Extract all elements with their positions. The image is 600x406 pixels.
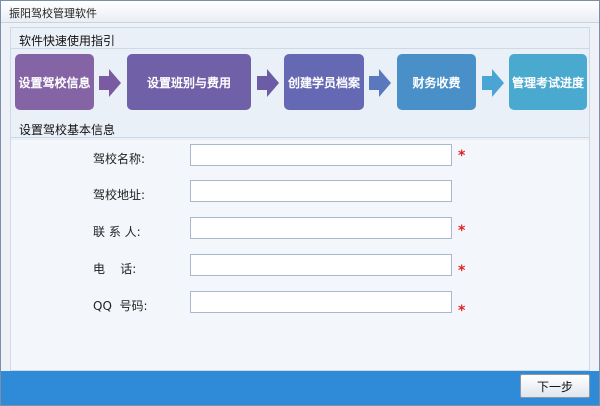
required-mark: *	[458, 148, 466, 164]
guide-section-title: 软件快速使用指引	[19, 34, 116, 48]
qq-number-input[interactable]	[190, 291, 452, 313]
required-mark: *	[458, 303, 466, 319]
step-student-records-button[interactable]: 创建学员档案	[284, 54, 364, 110]
window-title: 振阳驾校管理软件	[9, 7, 97, 20]
contact-person-label: 联 系 人:	[93, 225, 141, 239]
basic-info-section-title: 设置驾校基本信息	[19, 123, 116, 137]
school-name-label: 驾校名称:	[93, 152, 146, 166]
step-exam-progress-button[interactable]: 管理考试进度	[509, 54, 587, 110]
footer-bar	[1, 371, 599, 405]
required-mark: *	[458, 263, 466, 279]
step-school-info-button[interactable]: 设置驾校信息	[15, 54, 94, 110]
school-info-form: 驾校名称: * 驾校地址: 联 系 人: * 电 话: * QQ 号码: *	[11, 140, 589, 370]
title-bar: 振阳驾校管理软件	[1, 1, 599, 23]
school-address-label: 驾校地址:	[93, 188, 146, 202]
arrow-right-icon	[257, 69, 279, 97]
contact-person-input[interactable]	[190, 217, 452, 239]
app-window: 振阳驾校管理软件 软件快速使用指引 设置驾校信息 设置班别与费用 创建学员档案 …	[0, 0, 600, 406]
arrow-right-icon	[369, 69, 391, 97]
quick-guide-steps: 设置驾校信息 设置班别与费用 创建学员档案 财务收费 管理考试进度	[11, 52, 589, 114]
arrow-right-icon	[99, 69, 121, 97]
arrow-right-icon	[482, 69, 504, 97]
basic-info-divider	[11, 137, 589, 138]
next-step-button[interactable]: 下一步	[520, 374, 590, 398]
school-name-input[interactable]	[190, 144, 452, 166]
required-mark: *	[458, 223, 466, 239]
main-panel: 软件快速使用指引 设置驾校信息 设置班别与费用 创建学员档案 财务收费 管理考试…	[10, 27, 590, 371]
phone-label: 电 话:	[93, 262, 137, 276]
step-finance-button[interactable]: 财务收费	[397, 54, 476, 110]
qq-number-label: QQ 号码:	[93, 299, 148, 313]
guide-divider	[11, 48, 589, 49]
school-address-input[interactable]	[190, 180, 452, 202]
phone-input[interactable]	[190, 254, 452, 276]
step-class-fee-button[interactable]: 设置班别与费用	[127, 54, 251, 110]
